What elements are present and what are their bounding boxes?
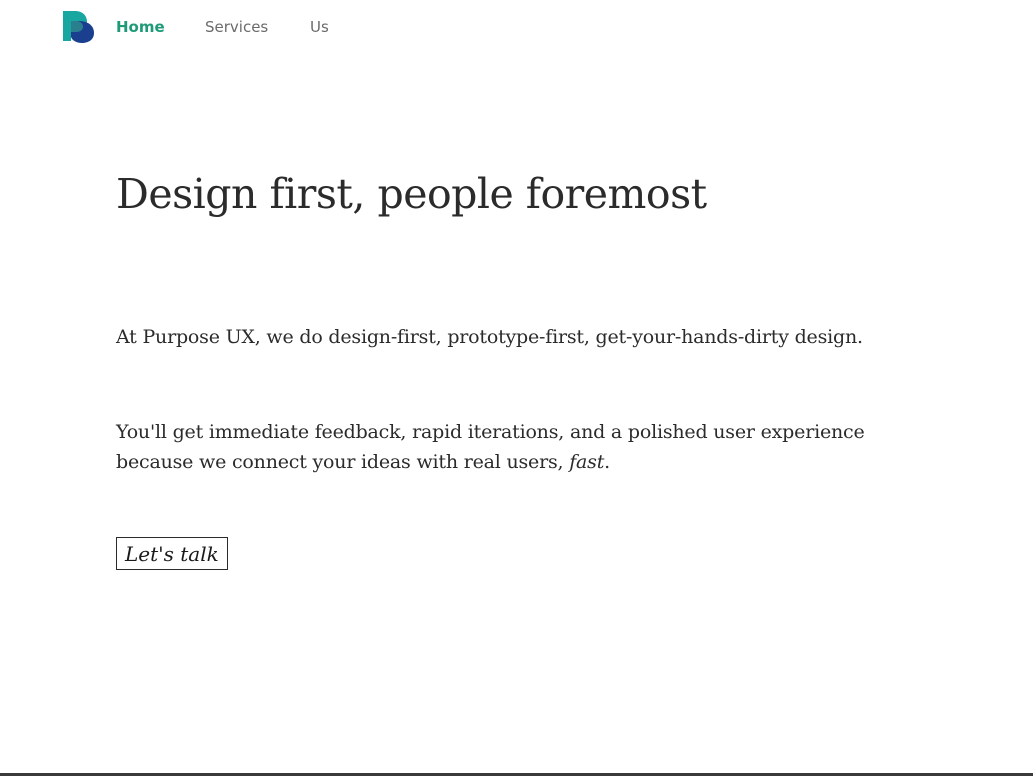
hero-title: Design first, people foremost [116,170,707,218]
value-paragraph: You'll get immediate feedback, rapid ite… [116,417,936,477]
nav-services-link[interactable]: Services [205,17,268,37]
top-navigation: Home Services Us [0,0,1033,56]
nav-home-link[interactable]: Home [116,17,165,37]
purpose-ux-logo-icon[interactable] [63,10,95,44]
value-paragraph-text: You'll get immediate feedback, rapid ite… [116,421,865,473]
lets-talk-button[interactable]: Let's talk [116,537,228,570]
intro-paragraph: At Purpose UX, we do design-first, proto… [116,326,863,348]
nav-us-link[interactable]: Us [310,17,329,37]
value-paragraph-end: . [604,451,611,473]
value-paragraph-emphasis: fast [569,451,605,473]
page: { "nav": { "logo_label": "Purpose UX log… [0,0,1033,776]
logo-mark-icon [63,11,94,43]
